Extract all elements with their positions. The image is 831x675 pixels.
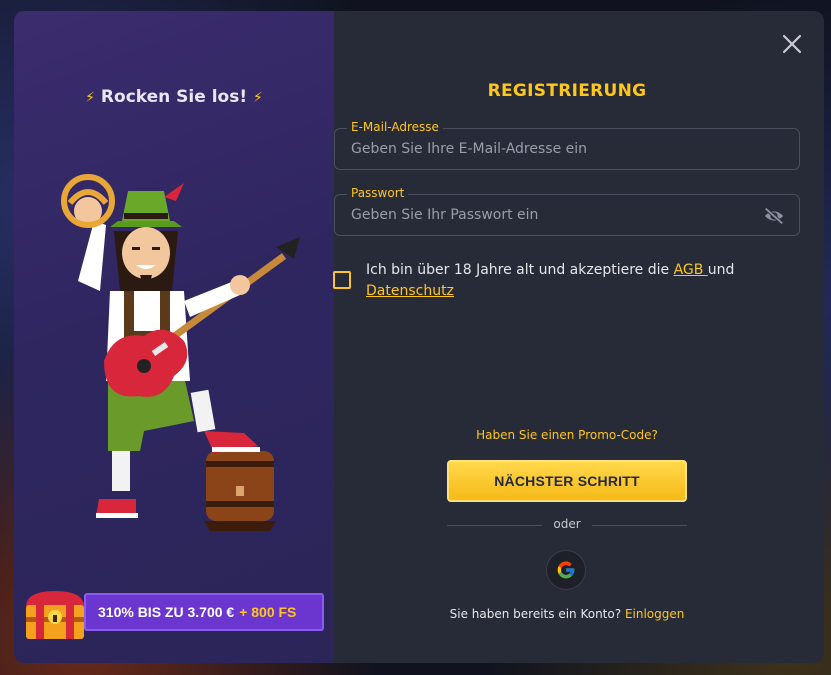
terms-text-and: und <box>707 262 735 278</box>
promo-panel: ⚡ Rocken Sie los! ⚡ 310% BIS ZU 3.700 € … <box>14 11 334 663</box>
close-icon[interactable] <box>780 32 804 56</box>
terms-text-before: Ich bin über 18 Jahre alt und akzeptiere… <box>366 262 674 278</box>
divider-text: oder <box>553 517 581 531</box>
terms-checkbox[interactable] <box>333 271 351 289</box>
privacy-link[interactable]: Datenschutz <box>366 283 454 299</box>
email-field: E-Mail-Adresse <box>334 120 800 170</box>
google-icon <box>557 561 575 579</box>
lightning-icon: ⚡ <box>85 90 95 106</box>
bonus-bar: 310% BIS ZU 3.700 € + 800 FS <box>84 593 324 631</box>
email-input[interactable] <box>335 129 799 169</box>
password-field: Passwort <box>334 186 800 236</box>
login-prompt: Sie haben bereits ein Konto? Einloggen <box>334 607 800 621</box>
promo-code-link[interactable]: Haben Sie einen Promo-Code? <box>334 428 800 442</box>
bonus-main-text: 310% BIS ZU 3.700 € <box>98 604 235 620</box>
agb-link[interactable]: AGB <box>674 262 708 278</box>
barrel-illustration <box>204 444 276 531</box>
treasure-chest-icon <box>26 591 84 639</box>
password-input[interactable] <box>335 195 799 235</box>
slogan-text: Rocken Sie los! <box>100 87 248 107</box>
divider-left <box>447 525 542 526</box>
login-prompt-text: Sie haben bereits ein Konto? <box>449 607 622 621</box>
next-step-button[interactable]: NÄCHSTER SCHRITT <box>447 460 687 502</box>
login-link[interactable]: Einloggen <box>625 607 684 621</box>
bonus-banner[interactable]: 310% BIS ZU 3.700 € + 800 FS <box>22 591 328 639</box>
divider-right <box>592 525 687 526</box>
google-login-button[interactable] <box>546 550 586 590</box>
lightning-icon: ⚡ <box>253 90 263 106</box>
form-title: REGISTRIERUNG <box>487 81 647 101</box>
registration-modal: ⚡ Rocken Sie los! ⚡ 310% BIS ZU 3.700 € … <box>14 11 824 663</box>
rocker-illustration <box>61 174 300 531</box>
eye-off-icon[interactable] <box>763 206 785 226</box>
bonus-extra-text: + 800 FS <box>239 604 297 620</box>
promo-slogan: ⚡ Rocken Sie los! ⚡ <box>14 87 334 107</box>
terms-text: Ich bin über 18 Jahre alt und akzeptiere… <box>366 260 786 302</box>
